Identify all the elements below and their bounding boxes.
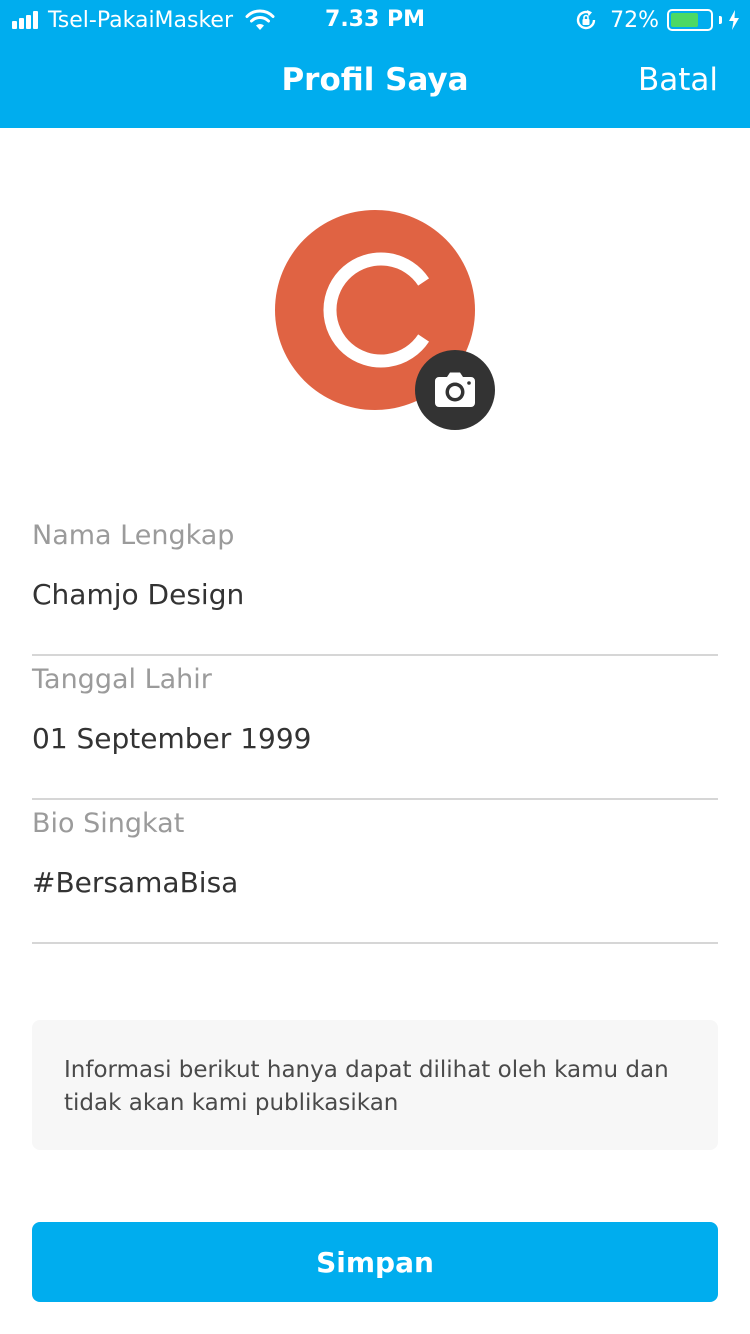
battery-percent: 72%	[610, 7, 659, 33]
short-bio-input[interactable]	[32, 866, 718, 899]
birth-date-input[interactable]	[32, 722, 718, 755]
birth-date-label: Tanggal Lahir	[32, 664, 212, 695]
birth-date-field[interactable]: Tanggal Lahir	[32, 656, 718, 800]
battery-icon	[667, 9, 713, 31]
top-bar: Tsel-PakaiMasker 7.33 PM 72% Profil Saya…	[0, 0, 750, 128]
full-name-input[interactable]	[32, 578, 718, 611]
save-button[interactable]: Simpan	[32, 1222, 718, 1302]
privacy-info-box: Informasi berikut hanya dapat dilihat ol…	[32, 1020, 718, 1150]
battery-cap	[719, 16, 722, 24]
short-bio-label: Bio Singkat	[32, 808, 185, 839]
full-name-field[interactable]: Nama Lengkap	[32, 512, 718, 656]
rotation-lock-icon	[576, 10, 596, 30]
charging-icon	[729, 10, 739, 30]
cancel-button[interactable]: Batal	[638, 62, 718, 98]
full-name-label: Nama Lengkap	[32, 520, 235, 551]
battery-fill	[671, 13, 699, 27]
short-bio-field[interactable]: Bio Singkat	[32, 800, 718, 944]
camera-icon	[435, 372, 475, 407]
change-photo-button[interactable]	[415, 350, 495, 430]
status-bar: Tsel-PakaiMasker 7.33 PM 72%	[0, 0, 750, 40]
status-right: 72%	[574, 6, 740, 34]
privacy-info-text: Informasi berikut hanya dapat dilihat ol…	[64, 1057, 669, 1116]
